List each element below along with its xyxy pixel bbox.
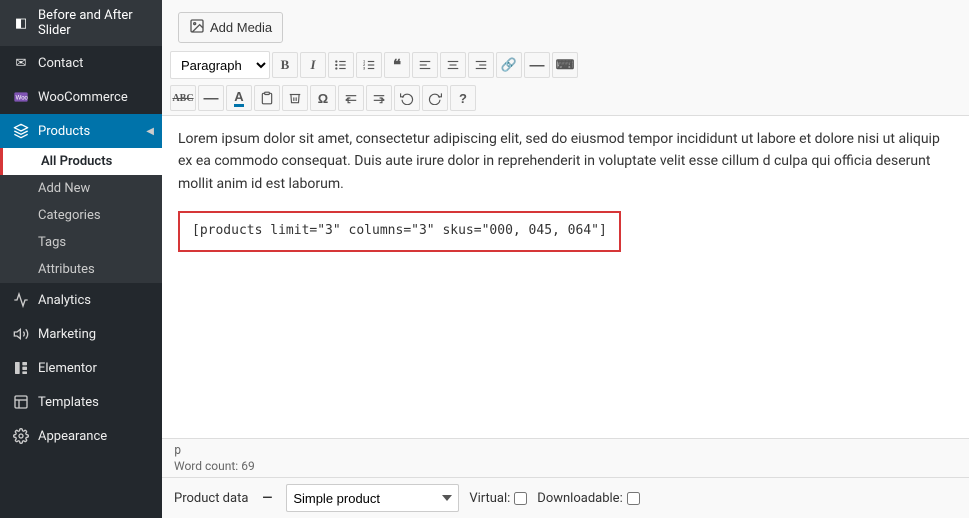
outdent-button[interactable] [338, 85, 364, 111]
ol-button[interactable]: 123 [356, 52, 382, 78]
products-arrow-icon: ◀ [146, 126, 154, 137]
before-after-slider-icon: ◧ [12, 14, 30, 32]
link-button[interactable]: 🔗 [496, 52, 522, 78]
shortcode-block: [products limit="3" columns="3" skus="00… [178, 211, 621, 252]
add-media-icon [189, 18, 205, 37]
italic-button[interactable]: I [300, 52, 326, 78]
align-right-button[interactable] [468, 52, 494, 78]
paragraph-format-select[interactable]: Paragraph Heading 1 Heading 2 Heading 3 [170, 51, 270, 79]
undo-button[interactable] [394, 85, 420, 111]
elementor-icon [12, 359, 30, 377]
virtual-checkbox[interactable] [514, 492, 527, 505]
sidebar-item-add-new[interactable]: Add New [0, 175, 162, 202]
toggle-toolbar-button[interactable]: ⌨ [552, 52, 578, 78]
main-editor: Add Media Paragraph Heading 1 Heading 2 … [162, 0, 969, 518]
products-submenu: All Products Add New Categories Tags Att… [0, 148, 162, 283]
sidebar-item-marketing[interactable]: Marketing [0, 317, 162, 351]
svg-text:Woo: Woo [16, 96, 29, 102]
editor-paragraph: Lorem ipsum dolor sit amet, consectetur … [178, 128, 953, 195]
products-icon [12, 122, 30, 140]
sidebar-item-elementor[interactable]: Elementor [0, 351, 162, 385]
align-center-button[interactable] [440, 52, 466, 78]
product-data-separator: — [262, 491, 272, 506]
sidebar-item-analytics[interactable]: Analytics [0, 283, 162, 317]
align-left-button[interactable] [412, 52, 438, 78]
sidebar-item-attributes[interactable]: Attributes [0, 256, 162, 283]
text-color-button[interactable]: A [226, 85, 252, 111]
special-char-button[interactable]: Ω [310, 85, 336, 111]
appearance-icon [12, 427, 30, 445]
redo-button[interactable] [422, 85, 448, 111]
ul-button[interactable] [328, 52, 354, 78]
virtual-checkbox-group: Virtual: [469, 491, 527, 506]
sidebar-item-categories[interactable]: Categories [0, 202, 162, 229]
marketing-icon [12, 325, 30, 343]
add-media-button[interactable]: Add Media [178, 12, 283, 43]
word-count: Word count: 69 [174, 459, 957, 473]
sidebar-item-tags[interactable]: Tags [0, 229, 162, 256]
sidebar-item-appearance[interactable]: Appearance [0, 419, 162, 453]
blockquote-button[interactable]: ❝ [384, 52, 410, 78]
product-type-select[interactable]: Simple product Grouped product External/… [286, 484, 459, 512]
editor-status-bar: p Word count: 69 [162, 438, 969, 477]
downloadable-checkbox-group: Downloadable: [537, 491, 639, 506]
templates-icon [12, 393, 30, 411]
paste-text-button[interactable] [254, 85, 280, 111]
woocommerce-icon: Woo [12, 88, 30, 106]
product-data-bar: Product data — Simple product Grouped pr… [162, 477, 969, 518]
sidebar-item-products[interactable]: Products ◀ [0, 114, 162, 148]
clear-format-button[interactable] [282, 85, 308, 111]
sidebar-item-templates[interactable]: Templates [0, 385, 162, 419]
more-button[interactable]: — [524, 52, 550, 78]
help-button[interactable]: ? [450, 85, 476, 111]
analytics-icon [12, 291, 30, 309]
sidebar-item-before-after-slider[interactable]: ◧ Before and After Slider [0, 0, 162, 46]
sidebar-item-all-products[interactable]: All Products [0, 148, 162, 175]
svg-text:3: 3 [363, 67, 365, 71]
status-path: p [174, 443, 957, 457]
hr-button[interactable]: — [198, 85, 224, 111]
indent-button[interactable] [366, 85, 392, 111]
contact-icon: ✉ [12, 54, 30, 72]
strikethrough-button[interactable]: ABC [170, 85, 196, 111]
downloadable-checkbox[interactable] [627, 492, 640, 505]
bold-button[interactable]: B [272, 52, 298, 78]
sidebar-item-contact[interactable]: ✉ Contact [0, 46, 162, 80]
editor-content[interactable]: Lorem ipsum dolor sit amet, consectetur … [162, 116, 969, 438]
sidebar: ◧ Before and After Slider ✉ Contact Woo … [0, 0, 162, 518]
sidebar-item-woocommerce[interactable]: Woo WooCommerce [0, 80, 162, 114]
product-data-label: Product data [174, 491, 248, 506]
